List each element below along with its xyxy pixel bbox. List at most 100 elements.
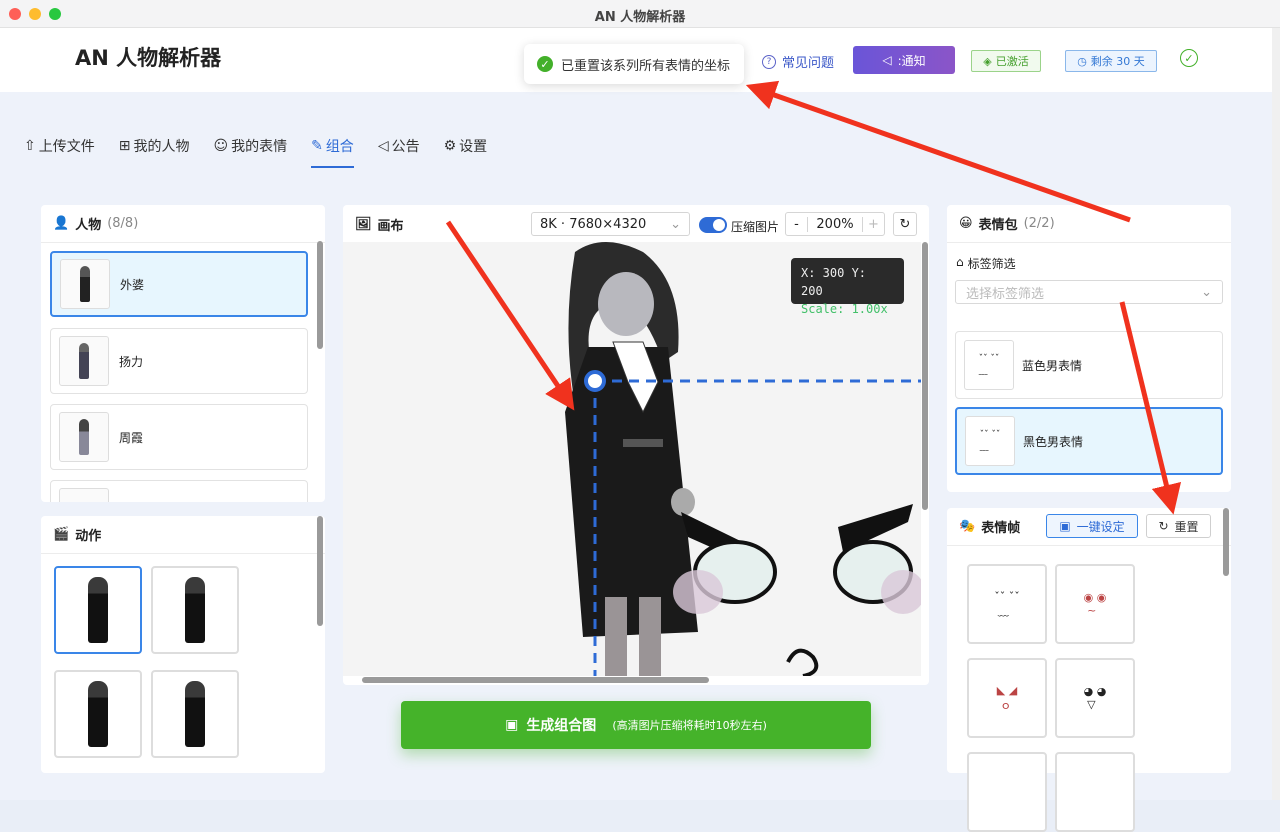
tag-filter-placeholder: 选择标签筛选 <box>966 286 1045 302</box>
action-item[interactable] <box>54 566 142 654</box>
notify-label: :通知 <box>897 53 926 68</box>
tab-announcement[interactable]: ◁ 公告 <box>378 136 420 168</box>
reset-button[interactable]: ↻ 重置 <box>1146 514 1211 538</box>
emoji-icon: 😀 <box>959 216 973 231</box>
left-blush <box>673 570 723 614</box>
frames-scrollbar[interactable] <box>1223 508 1229 576</box>
tag-filter-label: 标签筛选 <box>967 257 1016 271</box>
tab-label: 我的表情 <box>231 139 288 155</box>
generate-hint: (高清图片压缩将耗时10秒左右) <box>612 719 767 732</box>
actions-header: 🎬 动作 <box>41 516 325 554</box>
character-name: 周霞 <box>119 430 144 445</box>
coordinate-readout: X: 300 Y: 200 Scale: 1.00x <box>791 258 904 316</box>
reset-icon: ↻ <box>1158 519 1169 533</box>
expression-frame[interactable]: ◣ ◢ ｏ <box>967 658 1047 738</box>
character-name: 扬力 <box>119 354 144 369</box>
status-check-icon[interactable]: ✓ <box>1180 49 1198 67</box>
action-item[interactable] <box>151 670 239 758</box>
tag-icon: ⌂ <box>956 255 964 269</box>
app-window: AN 人物解析器 AN 人物解析器 ✓ 已重置该系列所有表情的坐标 ? 常见问题… <box>0 0 1280 832</box>
character-leg-right <box>639 597 661 676</box>
tab-my-expressions[interactable]: ☺ 我的表情 <box>213 136 287 168</box>
compress-label: 压缩图片 <box>731 220 780 234</box>
faq-link[interactable]: ? 常见问题 <box>762 52 834 71</box>
compress-toggle[interactable] <box>699 217 727 233</box>
expression-frame[interactable]: ◕ ◕ ▽ <box>1055 658 1135 738</box>
title-bar: AN 人物解析器 <box>0 0 1280 28</box>
question-icon: ? <box>762 54 776 69</box>
action-figure <box>88 681 108 747</box>
characters-scrollbar[interactable] <box>317 241 323 349</box>
character-thumbnail <box>59 412 109 462</box>
character-item[interactable]: 周霞 <box>50 404 308 470</box>
combine-icon: ✎ <box>311 138 323 154</box>
tag-filter-label-row: ⌂ 标签筛选 <box>956 255 1016 272</box>
tag-filter-select[interactable]: 选择标签筛选 ⌄ <box>955 280 1223 304</box>
main-tabs: ⇧ 上传文件 ⊞ 我的人物 ☺ 我的表情 ✎ 组合 ◁ 公告 ⚙ 设置 <box>24 136 487 168</box>
expression-frame[interactable]: ◉ ◉ ~ <box>1055 564 1135 644</box>
megaphone-icon: ◁ <box>882 53 892 67</box>
expression-pack-name: 黑色男表情 <box>1023 434 1084 449</box>
expression-packs-header: 😀 表情包 (2/2) <box>947 205 1231 243</box>
toast-message: 已重置该系列所有表情的坐标 <box>561 58 731 74</box>
tab-label: 公告 <box>391 139 420 155</box>
remaining-days-badge: ◷ 剩余 30 天 <box>1065 50 1157 72</box>
resolution-select[interactable]: 8K · 7680×4320 ⌄ <box>531 212 690 236</box>
smile-icon: ☺ <box>213 138 229 154</box>
expression-packs-title: 表情包 <box>978 218 1018 233</box>
activated-badge: ◈ 已激活 <box>971 50 1041 72</box>
actions-panel: 🎬 动作 <box>41 516 325 773</box>
canvas-vertical-scrollbar[interactable] <box>922 242 928 510</box>
character-item[interactable]: 外婆 <box>50 251 308 317</box>
expression-pack-item[interactable]: ˇˇ ˇˇ ﹏ 蓝色男表情 <box>955 331 1223 399</box>
character-thumbnail <box>59 488 109 502</box>
expression-frame[interactable]: ˇˇ ˇˇ ﹏ <box>967 564 1047 644</box>
expression-frame[interactable] <box>1055 752 1135 832</box>
mouth <box>786 648 819 676</box>
action-figure <box>185 681 205 747</box>
canvas-horizontal-scrollbar[interactable] <box>362 677 709 683</box>
tab-settings[interactable]: ⚙ 设置 <box>444 136 488 168</box>
person-icon: 👤 <box>53 216 70 231</box>
character-item[interactable] <box>50 480 308 502</box>
save-icon: ▣ <box>1059 519 1071 533</box>
notify-button[interactable]: ◁ :通知 <box>853 46 955 74</box>
characters-count: (8/8) <box>107 216 139 231</box>
zoom-value: 200% <box>816 216 854 232</box>
tab-combine[interactable]: ✎ 组合 <box>311 136 354 168</box>
zoom-in-button[interactable]: + <box>862 216 884 232</box>
character-thumbnail <box>59 336 109 386</box>
upload-icon: ⇧ <box>24 138 36 154</box>
activated-label: 已激活 <box>995 55 1029 68</box>
action-figure <box>185 577 205 643</box>
expression-pack-item[interactable]: ˇˇ ˇˇ ﹏ 黑色男表情 <box>955 407 1223 475</box>
anchor-point <box>584 370 606 392</box>
refresh-button[interactable]: ↻ <box>893 212 917 236</box>
window-scrollbar-track[interactable] <box>1272 28 1280 800</box>
character-item[interactable]: 扬力 <box>50 328 308 394</box>
actions-title: 动作 <box>75 529 102 544</box>
action-item[interactable] <box>54 670 142 758</box>
action-item[interactable] <box>151 566 239 654</box>
expression-pack-name: 蓝色男表情 <box>1022 358 1083 373</box>
expression-frame[interactable] <box>967 752 1047 832</box>
tab-my-characters[interactable]: ⊞ 我的人物 <box>119 136 190 168</box>
chevron-down-icon: ⌄ <box>670 216 681 232</box>
grid-icon: ⊞ <box>118 138 131 154</box>
expression-frames-title: 表情帧 <box>981 521 1021 536</box>
actions-scrollbar[interactable] <box>317 516 323 626</box>
set-all-button[interactable]: ▣ 一键设定 <box>1046 514 1138 538</box>
character-belt <box>623 439 663 447</box>
scale-text: Scale: 1.00x <box>801 302 888 316</box>
character-face <box>598 272 654 336</box>
zoom-control: - 200% + <box>785 212 885 236</box>
coordinate-text: X: 300 Y: 200 <box>801 266 867 298</box>
window-title: AN 人物解析器 <box>594 10 686 25</box>
expression-packs-count: (2/2) <box>1023 216 1055 231</box>
masks-icon: 🎭 <box>959 519 976 534</box>
annotation-arrow-toast <box>745 80 1131 223</box>
resolution-value: 8K · 7680×4320 <box>540 216 647 232</box>
zoom-out-button[interactable]: - <box>786 216 808 232</box>
generate-button[interactable]: ▣ 生成组合图 (高清图片压缩将耗时10秒左右) <box>401 701 871 749</box>
tab-upload[interactable]: ⇧ 上传文件 <box>24 136 95 168</box>
